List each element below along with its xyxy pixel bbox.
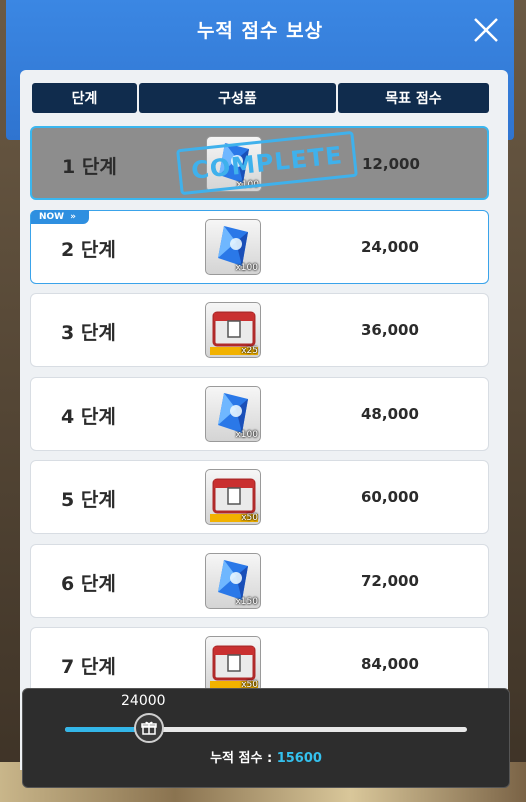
target-score: 24000 (121, 693, 166, 709)
reward-row: 2 단계 x100 24,000 NOW » (30, 209, 489, 284)
reward-item[interactable]: x150 (205, 552, 261, 609)
cumulative-label: 누적 점수 : (210, 751, 277, 766)
target-score-value: 36,000 (361, 321, 419, 339)
gift-icon (140, 721, 157, 735)
stage-label: 5 단계 (61, 489, 116, 511)
reward-row: 6 단계 x150 72,000 (30, 543, 489, 618)
item-quantity: x150 (235, 596, 258, 607)
column-header-items: 구성품 (139, 83, 336, 113)
table-header: 단계 구성품 목표 점수 (32, 83, 489, 113)
column-header-stage: 단계 (32, 83, 137, 113)
cumulative-score: 누적 점수 : 15600 (23, 747, 509, 766)
reward-item[interactable]: x100 (205, 385, 261, 442)
stage-label: 7 단계 (61, 656, 116, 678)
double-chevron-icon: » (70, 211, 76, 222)
target-score-value: 48,000 (361, 404, 419, 423)
stage-label: 1 단계 (62, 156, 117, 178)
stage-label: 2 단계 (61, 238, 116, 261)
reward-sheet[interactable]: 단계 구성품 목표 점수 1 단계 x100 12,000 COMPLETE 2 단계 x… (20, 70, 508, 770)
complete-stamp: COMPLETE (176, 130, 358, 196)
target-score-value: 60,000 (361, 488, 419, 506)
reward-item[interactable]: x50 (205, 636, 261, 692)
target-score-value: 84,000 (361, 655, 419, 673)
target-score-value: 12,000 (362, 155, 420, 173)
target-score-value: 72,000 (361, 571, 419, 590)
close-icon (474, 18, 498, 42)
cumulative-value: 15600 (276, 751, 322, 766)
close-button[interactable] (470, 14, 502, 46)
reward-row: 1 단계 x100 12,000 COMPLETE (30, 126, 489, 200)
reward-row: 3 단계 x25 36,000 (30, 293, 489, 367)
reward-row: 5 단계 x50 60,000 (30, 460, 489, 534)
score-footer: 24000 누적 점수 : 15600 (22, 688, 510, 788)
reward-row: 4 단계 x100 48,000 (30, 376, 489, 451)
target-score-value: 24,000 (361, 237, 419, 256)
gift-marker[interactable] (133, 713, 164, 743)
progress-track (65, 713, 467, 743)
now-label: NOW (39, 211, 65, 222)
now-badge: NOW » (31, 209, 89, 224)
item-quantity: x50 (241, 513, 258, 523)
panel-title: 누적 점수 보상 (196, 20, 324, 42)
item-quantity: x25 (241, 346, 258, 356)
stage-label: 6 단계 (61, 572, 116, 595)
reward-panel: 누적 점수 보상 단계 구성품 목표 점수 1 단계 x100 12,000 COMP… (6, 0, 514, 802)
reward-item[interactable]: x100 (205, 218, 261, 275)
item-quantity: x100 (235, 429, 258, 440)
reward-item[interactable]: x50 (205, 469, 261, 525)
item-quantity: x100 (235, 262, 258, 273)
stage-label: 3 단계 (61, 322, 116, 344)
column-header-target: 목표 점수 (338, 83, 489, 113)
stage-label: 4 단계 (61, 405, 116, 428)
reward-item[interactable]: x25 (205, 302, 261, 358)
